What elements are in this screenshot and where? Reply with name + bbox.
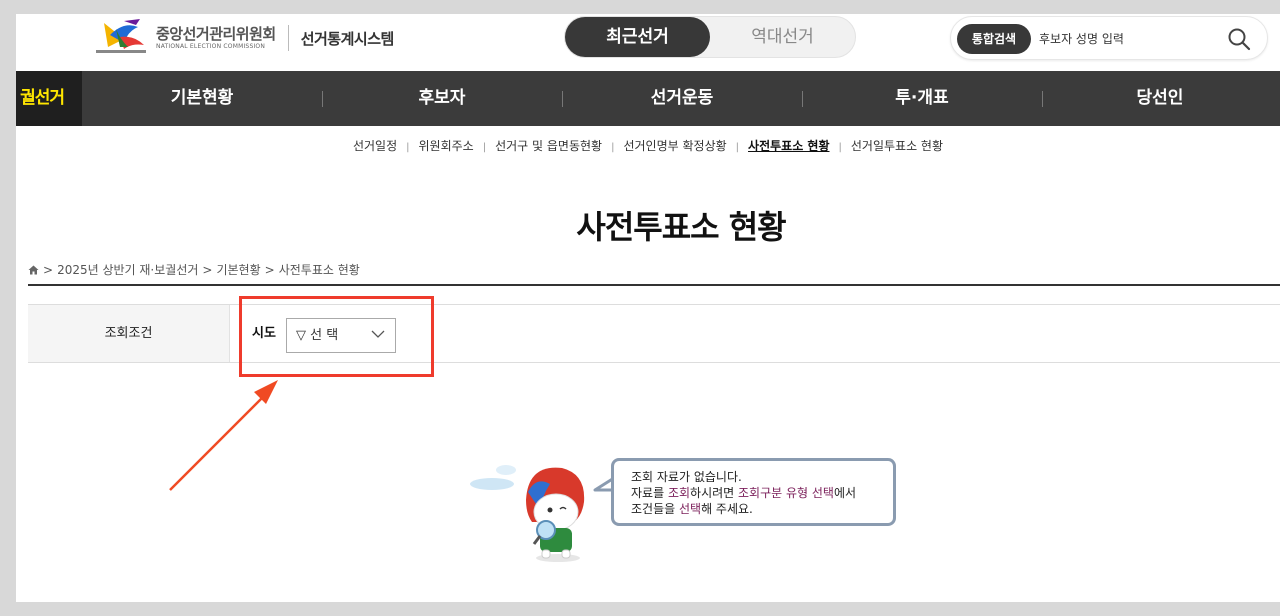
election-name-label: 궐선거 — [20, 88, 65, 108]
breadcrumb-item[interactable]: 2025년 상반기 재·보궐선거 — [57, 261, 198, 278]
subnav-separator: | — [735, 142, 740, 153]
breadcrumb-item: 사전투표소 현황 — [278, 263, 360, 277]
mascot-illustration-icon — [470, 465, 585, 562]
nec-emblem-icon — [96, 19, 146, 53]
breadcrumb-separator: > — [43, 262, 54, 277]
subnav-voter-registry[interactable]: 선거인명부 확정상황 — [623, 137, 726, 154]
nav-elected[interactable]: 당선인 — [1040, 71, 1280, 126]
emphasis-text: 조회구분 유형 선택 — [738, 486, 834, 500]
breadcrumb-separator: > — [202, 262, 213, 277]
unified-search: 통합검색 — [950, 16, 1268, 60]
subnav-separator: | — [406, 142, 410, 153]
breadcrumb: > 2025년 상반기 재·보궐선거 > 기본현황 > 사전투표소 현황 — [28, 261, 360, 278]
main-navigation: 기본현황 후보자 선거운동 투·개표 당선인 — [16, 71, 1280, 126]
emphasis-text: 선택 — [678, 502, 702, 516]
subnav-election-day-polling-stations[interactable]: 선거일투표소 현황 — [851, 137, 943, 154]
nav-candidates[interactable]: 후보자 — [322, 71, 562, 126]
election-period-toggle: 최근선거 역대선거 — [564, 16, 856, 58]
org-name-block: 중앙선거관리위원회 NATIONAL ELECTION COMMISSION — [156, 25, 276, 51]
subnav-separator: | — [482, 142, 487, 153]
empty-result-message: 조회 자료가 없습니다. 자료를 조회하시려면 조회구분 유형 선택에서 조건들… — [611, 458, 896, 526]
page-title: 사전투표소 현황 — [576, 208, 786, 246]
logo-divider — [287, 25, 289, 51]
emphasis-text: 조회 — [667, 486, 691, 500]
subnav-separator: | — [838, 142, 842, 153]
empty-message-line1: 조회 자료가 없습니다. — [631, 470, 742, 484]
election-name-tab[interactable]: 궐선거 — [16, 71, 82, 126]
candidate-search-input[interactable] — [1039, 27, 1219, 51]
page-frame: 중앙선거관리위원회 NATIONAL ELECTION COMMISSION 선… — [16, 14, 1280, 602]
breadcrumb-separator: > — [264, 262, 275, 277]
nav-basic-status[interactable]: 기본현황 — [82, 71, 322, 126]
tab-recent-election[interactable]: 최근선거 — [565, 17, 710, 57]
subnav-early-polling-stations[interactable]: 사전투표소 현황 — [748, 137, 829, 154]
search-badge: 통합검색 — [957, 24, 1031, 54]
site-logo[interactable]: 중앙선거관리위원회 NATIONAL ELECTION COMMISSION 선… — [94, 14, 394, 62]
nav-campaign[interactable]: 선거운동 — [562, 71, 802, 126]
subnav-districts[interactable]: 선거구 및 읍면동현황 — [495, 137, 602, 154]
nav-voting-counting[interactable]: 투·개표 — [802, 71, 1042, 126]
org-name-en: NATIONAL ELECTION COMMISSION — [156, 43, 266, 50]
home-icon[interactable] — [28, 265, 39, 275]
subnav-committee-address[interactable]: 위원회주소 — [419, 137, 474, 154]
tab-past-elections[interactable]: 역대선거 — [710, 17, 855, 57]
empty-message-line3: 조건들을 선택해 주세요. — [631, 502, 753, 516]
subnav-election-schedule[interactable]: 선거일정 — [353, 137, 397, 154]
breadcrumb-item[interactable]: 기본현황 — [216, 261, 260, 278]
sub-navigation: 선거일정 | 위원회주소 | 선거구 및 읍면동현황 | 선거인명부 확정상황 | 사전투표소 … — [16, 137, 1280, 155]
subnav-separator: | — [611, 142, 615, 153]
query-conditions-header: 조회조건 — [28, 305, 230, 362]
query-conditions: 조회조건 시도 ▽ 선 택 — [28, 304, 1280, 363]
title-divider — [28, 284, 1280, 286]
system-name: 선거통계시스템 — [300, 29, 395, 48]
org-name: 중앙선거관리위원회 — [156, 25, 276, 43]
search-icon[interactable] — [1227, 27, 1251, 51]
highlight-box — [239, 296, 434, 377]
empty-message-line2: 자료를 조회하시려면 조회구분 유형 선택에서 — [631, 486, 857, 500]
